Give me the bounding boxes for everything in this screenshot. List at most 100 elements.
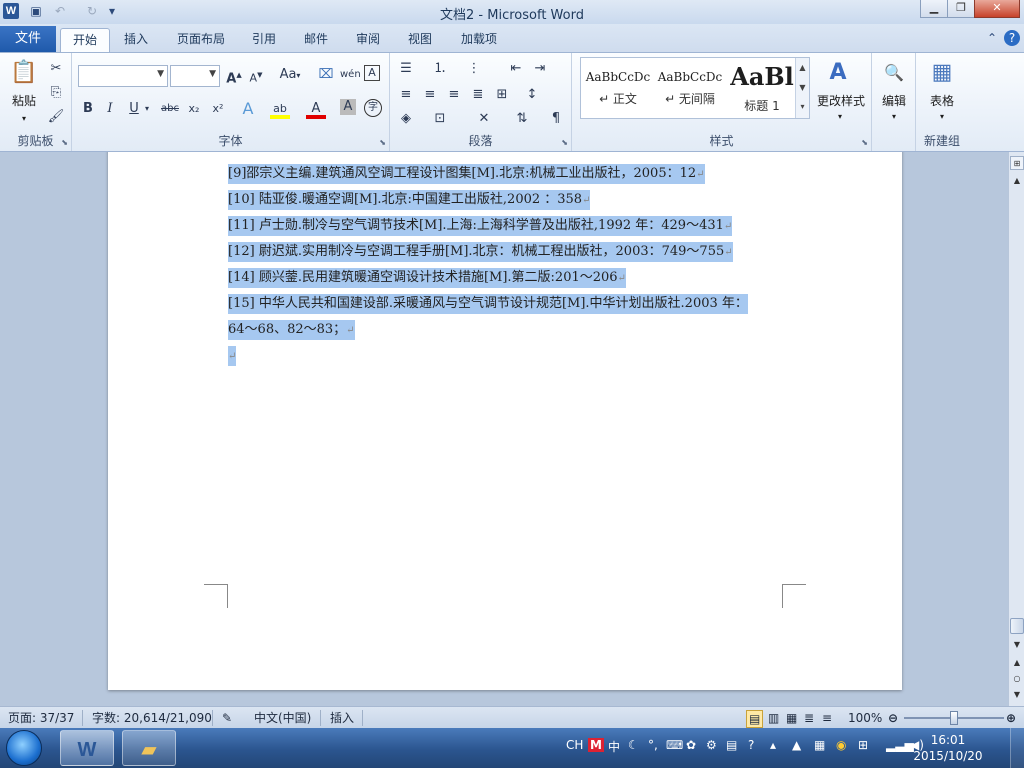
cut-icon[interactable]: ✂: [46, 59, 66, 79]
highlight-icon[interactable]: ab: [270, 99, 290, 119]
numbering-icon[interactable]: ⒈: [430, 59, 450, 79]
explorer-taskbar-button[interactable]: ▰: [122, 730, 176, 766]
strikethrough-button[interactable]: abc: [158, 99, 182, 119]
tab-home[interactable]: 开始: [60, 28, 110, 52]
chevron-down-icon[interactable]: ▼: [157, 69, 164, 79]
reference-line[interactable]: [11] 卢士勋.制冷与空气调节技术[M].上海:上海科学普及出版社,1992 …: [228, 214, 733, 238]
minimize-button[interactable]: ▁: [920, 0, 948, 18]
vertical-scrollbar[interactable]: ⊞ ▲ ▼ ▲ ○ ▼: [1008, 152, 1024, 706]
font-color-icon[interactable]: A: [306, 99, 326, 119]
show-hidden-icons-icon[interactable]: ▲: [792, 738, 801, 752]
distributed-icon[interactable]: ⊞: [492, 85, 512, 105]
draft-icon[interactable]: ≡: [822, 710, 832, 726]
align-center-icon[interactable]: ≡: [420, 85, 440, 105]
text-effects-icon[interactable]: A: [238, 99, 258, 119]
styles-launcher-icon[interactable]: ⬊: [861, 138, 868, 147]
sort-icon[interactable]: ⇅: [512, 109, 532, 129]
zoom-in-icon[interactable]: ⊕: [1006, 710, 1016, 726]
scroll-up-icon[interactable]: ▲: [1010, 174, 1024, 188]
next-page-icon[interactable]: ▼: [1010, 688, 1024, 702]
style-no-spacing[interactable]: AaBbCcDc ↵ 无间隔: [655, 60, 725, 116]
reference-line[interactable]: [15] 中华人民共和国建设部.采暖通风与空气调节设计规范[M].中华计划出版社…: [228, 292, 748, 316]
chinese-layout-icon[interactable]: ✕: [474, 109, 494, 129]
align-right-icon[interactable]: ≡: [444, 85, 464, 105]
empty-paragraph[interactable]: ↵: [228, 344, 237, 368]
paste-button-label[interactable]: 粘贴: [8, 93, 40, 109]
align-left-icon[interactable]: ≡: [396, 85, 416, 105]
reference-line[interactable]: [14] 顾兴蓥.民用建筑暖通空调设计技术措施[M].第二版:201～206↵: [228, 266, 626, 290]
tab-page-layout[interactable]: 页面布局: [170, 28, 232, 52]
zoom-slider-thumb[interactable]: [950, 711, 958, 725]
clipboard-launcher-icon[interactable]: ⬊: [61, 138, 68, 147]
proofing-icon[interactable]: ✎: [222, 710, 232, 726]
keyboard-icon[interactable]: ⌨: [666, 738, 683, 752]
help-icon[interactable]: ?: [1004, 30, 1020, 46]
skin-icon[interactable]: ✿: [686, 738, 696, 752]
enclose-char-icon[interactable]: 字: [364, 99, 382, 117]
insert-mode[interactable]: 插入: [330, 710, 354, 726]
show-marks-icon[interactable]: ¶: [546, 109, 566, 129]
reference-line[interactable]: [9]邵宗义主编.建筑通风空调工程设计图集[M].北京:机械工业出版社，2005…: [228, 162, 705, 186]
ime-indicator[interactable]: CH: [566, 738, 583, 752]
paragraph-launcher-icon[interactable]: ⬊: [561, 138, 568, 147]
document-page[interactable]: [9]邵宗义主编.建筑通风空调工程设计图集[M].北京:机械工业出版社，2005…: [108, 152, 902, 690]
font-launcher-icon[interactable]: ⬊: [379, 138, 386, 147]
help-tray-icon[interactable]: ?: [748, 738, 754, 752]
table-button[interactable]: 表格: [922, 93, 962, 109]
action-center-icon[interactable]: ⊞: [858, 738, 868, 752]
tab-references[interactable]: 引用: [244, 28, 284, 52]
page-indicator[interactable]: 页面: 37/37: [8, 710, 74, 726]
line-spacing-icon[interactable]: ↕: [522, 85, 542, 105]
web-layout-icon[interactable]: ▦: [786, 710, 797, 726]
zoom-out-icon[interactable]: ⊖: [888, 710, 898, 726]
increase-indent-icon[interactable]: ⇥: [530, 59, 550, 79]
tab-insert[interactable]: 插入: [116, 28, 156, 52]
paste-icon[interactable]: 📋: [8, 57, 40, 89]
decrease-indent-icon[interactable]: ⇤: [506, 59, 526, 79]
scroll-thumb[interactable]: [1010, 618, 1024, 634]
char-shading-icon[interactable]: A: [340, 99, 356, 115]
word-taskbar-button[interactable]: W: [60, 730, 114, 766]
change-styles-button[interactable]: 更改样式: [814, 93, 868, 109]
half-width-icon[interactable]: ☾: [628, 738, 639, 752]
maximize-button[interactable]: ❐: [947, 0, 975, 18]
multilevel-list-icon[interactable]: ⋮: [464, 59, 484, 79]
copy-icon[interactable]: ⎘: [46, 83, 66, 103]
clock[interactable]: 16:01 2015/10/20: [912, 732, 984, 764]
outline-icon[interactable]: ≣: [804, 710, 814, 726]
show-desktop-button[interactable]: [1010, 728, 1024, 768]
scroll-down-icon[interactable]: ▼: [1010, 638, 1024, 652]
tools-icon[interactable]: ⚙: [706, 738, 717, 752]
clear-formatting-icon[interactable]: ⌧: [316, 65, 336, 85]
shading-icon[interactable]: ◈: [396, 109, 416, 129]
tab-file[interactable]: 文件: [0, 26, 56, 52]
chevron-down-icon[interactable]: ▾: [932, 109, 952, 125]
tab-review[interactable]: 审阅: [348, 28, 388, 52]
reference-line[interactable]: [12] 尉迟斌.实用制冷与空调工程手册[M].北京：机械工程出版社，2003：…: [228, 240, 733, 264]
language-indicator[interactable]: 中文(中国): [254, 710, 311, 726]
font-name-combo[interactable]: ▼: [78, 65, 168, 87]
bold-button[interactable]: B: [78, 99, 98, 119]
tab-mailings[interactable]: 邮件: [296, 28, 336, 52]
phonetic-guide-icon[interactable]: wén: [340, 65, 361, 85]
editing-button[interactable]: 编辑: [876, 93, 912, 109]
find-icon[interactable]: 🔍: [878, 57, 910, 89]
zoom-level[interactable]: 100%: [848, 710, 882, 726]
gallery-scroll[interactable]: ▲ ▼ ▾: [795, 58, 809, 118]
grow-font-icon[interactable]: A▲: [224, 65, 244, 86]
browse-object-icon[interactable]: ○: [1010, 672, 1024, 686]
shrink-font-icon[interactable]: A▼: [246, 65, 266, 85]
tray-expand-icon[interactable]: ▴: [770, 738, 776, 752]
style-normal[interactable]: AaBbCcDc ↵ 正文: [583, 60, 653, 116]
minimize-ribbon-icon[interactable]: ⌃: [984, 30, 1000, 46]
format-painter-icon[interactable]: 🖌: [46, 107, 66, 127]
chevron-down-icon[interactable]: ▾: [830, 109, 850, 125]
subscript-button[interactable]: x₂: [184, 99, 204, 119]
chevron-down-icon[interactable]: ▾: [884, 109, 904, 125]
char-border-icon[interactable]: A: [364, 65, 380, 81]
notes-icon[interactable]: ▤: [726, 738, 737, 752]
superscript-button[interactable]: x²: [208, 99, 228, 119]
italic-button[interactable]: I: [100, 99, 120, 119]
chevron-down-icon[interactable]: ▼: [209, 69, 216, 79]
change-styles-icon[interactable]: A: [822, 57, 854, 89]
